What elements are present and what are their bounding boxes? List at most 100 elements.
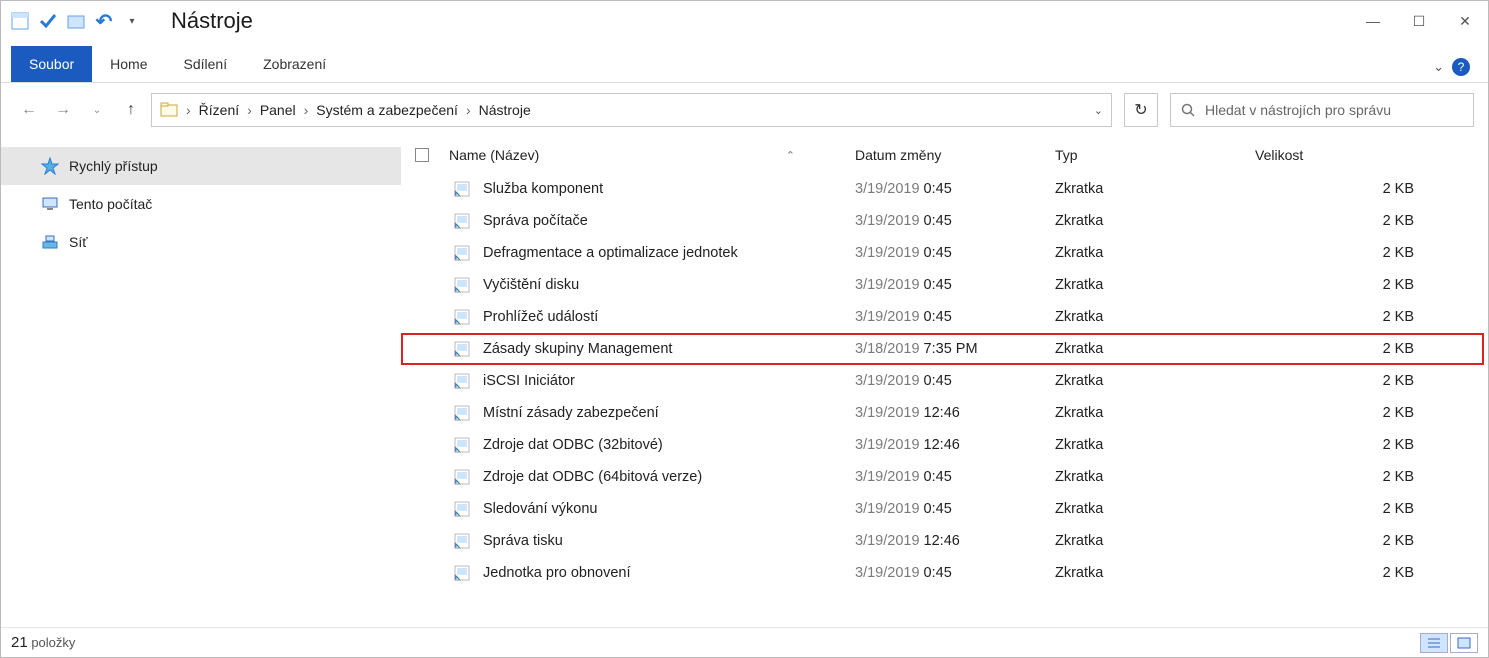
file-type: Zkratka xyxy=(1055,437,1255,453)
col-date[interactable]: Datum změny xyxy=(855,147,1055,163)
file-type: Zkratka xyxy=(1055,309,1255,325)
sidebar-item[interactable]: Síť xyxy=(1,223,401,261)
file-date: 3/19/2019 0:45 xyxy=(855,277,1055,293)
file-name: Sledování výkonu xyxy=(483,501,597,517)
minimize-button[interactable]: — xyxy=(1350,3,1396,39)
file-row[interactable]: Jednotka pro obnovení3/19/2019 0:45Zkrat… xyxy=(401,557,1484,589)
shortcut-icon xyxy=(453,404,471,422)
file-row[interactable]: iSCSI Iniciátor3/19/2019 0:45Zkratka2 KB xyxy=(401,365,1484,397)
qat-dropdown-icon[interactable]: ▾ xyxy=(123,12,141,30)
ribbon-expand-icon[interactable]: ⌄ xyxy=(1433,59,1444,75)
forward-button[interactable]: → xyxy=(49,96,77,124)
sort-caret-icon[interactable]: ⌃ xyxy=(786,149,795,162)
up-button[interactable]: ↑ xyxy=(117,96,145,124)
close-button[interactable]: ✕ xyxy=(1442,3,1488,39)
file-name: iSCSI Iniciátor xyxy=(483,373,575,389)
window-title: Nástroje xyxy=(171,8,253,34)
file-size: 2 KB xyxy=(1255,245,1484,261)
folder-icon xyxy=(160,101,178,119)
file-size: 2 KB xyxy=(1255,565,1484,581)
status-bar: 21 položky xyxy=(1,627,1488,657)
file-row[interactable]: Sledování výkonu3/19/2019 0:45Zkratka2 K… xyxy=(401,493,1484,525)
file-date: 3/19/2019 0:45 xyxy=(855,501,1055,517)
shortcut-icon xyxy=(453,340,471,358)
file-name: Místní zásady zabezpečení xyxy=(483,405,659,421)
file-date: 3/19/2019 12:46 xyxy=(855,533,1055,549)
sidebar-item-label: Tento počítač xyxy=(69,196,152,212)
address-bar[interactable]: › Řízení › Panel › Systém a zabezpečení … xyxy=(151,93,1112,127)
network-icon xyxy=(41,233,59,251)
shortcut-icon xyxy=(453,500,471,518)
body: Rychlý přístup Tento počítač Síť Name (Náz… xyxy=(1,137,1488,627)
titlebar: ↶ ▾ Nástroje — ☐ ✕ xyxy=(1,1,1488,41)
recent-locations-button[interactable]: ⌄ xyxy=(83,96,111,124)
large-icons-view-button[interactable] xyxy=(1450,633,1478,653)
file-size: 2 KB xyxy=(1255,181,1484,197)
file-type: Zkratka xyxy=(1055,277,1255,293)
undo-icon[interactable]: ↶ xyxy=(95,12,113,30)
shortcut-icon xyxy=(453,308,471,326)
refresh-button[interactable]: ↻ xyxy=(1124,93,1158,127)
search-box[interactable]: Hledat v nástrojích pro správu xyxy=(1170,93,1474,127)
sidebar-item[interactable]: Tento počítač xyxy=(1,185,401,223)
file-type: Zkratka xyxy=(1055,565,1255,581)
col-type[interactable]: Typ xyxy=(1055,147,1255,163)
file-name: Zdroje dat ODBC (64bitová verze) xyxy=(483,469,702,485)
file-date: 3/19/2019 12:46 xyxy=(855,405,1055,421)
tab-home[interactable]: Home xyxy=(92,46,165,82)
breadcrumb-part[interactable]: Systém a zabezpečení xyxy=(316,102,458,118)
ribbon-tabs: Soubor Home Sdílení Zobrazení ⌄ ? xyxy=(1,41,1488,83)
sidebar-item[interactable]: Rychlý přístup xyxy=(1,147,401,185)
file-size: 2 KB xyxy=(1255,213,1484,229)
back-button[interactable]: ← xyxy=(15,96,43,124)
file-row[interactable]: Zdroje dat ODBC (32bitové) 3/19/2019 12:4… xyxy=(401,429,1484,461)
file-size: 2 KB xyxy=(1255,309,1484,325)
col-name[interactable]: Name (Název) xyxy=(449,147,539,163)
breadcrumb-part[interactable]: Nástroje xyxy=(479,102,531,118)
file-size: 2 KB xyxy=(1255,469,1484,485)
file-list: Služba komponent3/19/2019 0:45Zkratka2 K… xyxy=(401,173,1488,627)
file-row[interactable]: Služba komponent3/19/2019 0:45Zkratka2 K… xyxy=(401,173,1484,205)
file-name: Zdroje dat ODBC (32bitové) xyxy=(483,437,663,453)
shortcut-icon xyxy=(453,276,471,294)
file-row[interactable]: Zásady skupiny Management3/18/2019 7:35 … xyxy=(401,333,1484,365)
file-row[interactable]: Správa počítače3/19/2019 0:45Zkratka2 KB xyxy=(401,205,1484,237)
file-date: 3/19/2019 12:46 xyxy=(855,437,1055,453)
file-row[interactable]: Zdroje dat ODBC (64bitová verze) 3/19/201… xyxy=(401,461,1484,493)
window-controls: — ☐ ✕ xyxy=(1350,3,1488,39)
help-icon[interactable]: ? xyxy=(1452,58,1470,76)
search-icon xyxy=(1181,103,1195,117)
file-date: 3/19/2019 0:45 xyxy=(855,181,1055,197)
file-size: 2 KB xyxy=(1255,373,1484,389)
search-placeholder: Hledat v nástrojích pro správu xyxy=(1205,102,1391,118)
tab-view[interactable]: Zobrazení xyxy=(245,46,344,82)
col-size[interactable]: Velikost xyxy=(1255,147,1488,163)
navigation-pane: Rychlý přístup Tento počítač Síť xyxy=(1,137,401,627)
address-dropdown-icon[interactable]: ⌄ xyxy=(1094,104,1103,117)
file-row[interactable]: Místní zásady zabezpečení 3/19/2019 12:46… xyxy=(401,397,1484,429)
breadcrumb-part[interactable]: Panel xyxy=(260,102,296,118)
details-view-button[interactable] xyxy=(1420,633,1448,653)
shortcut-icon xyxy=(453,180,471,198)
file-size: 2 KB xyxy=(1255,277,1484,293)
file-type: Zkratka xyxy=(1055,181,1255,197)
check-icon[interactable] xyxy=(39,12,57,30)
file-size: 2 KB xyxy=(1255,405,1484,421)
file-row[interactable]: Defragmentace a optimalizace jednotek3/1… xyxy=(401,237,1484,269)
file-date: 3/19/2019 0:45 xyxy=(855,309,1055,325)
file-row[interactable]: Prohlížeč událostí3/19/2019 0:45Zkratka2… xyxy=(401,301,1484,333)
properties-icon[interactable] xyxy=(11,12,29,30)
tab-share[interactable]: Sdílení xyxy=(166,46,246,82)
file-type: Zkratka xyxy=(1055,501,1255,517)
file-row[interactable]: Vyčištění disku3/19/2019 0:45Zkratka2 KB xyxy=(401,269,1484,301)
tab-file[interactable]: Soubor xyxy=(11,46,92,82)
select-all-checkbox[interactable] xyxy=(415,148,429,162)
file-date: 3/18/2019 7:35 PM xyxy=(855,341,1055,357)
newfolder-icon[interactable] xyxy=(67,12,85,30)
file-name: Jednotka pro obnovení xyxy=(483,565,631,581)
shortcut-icon xyxy=(453,532,471,550)
maximize-button[interactable]: ☐ xyxy=(1396,3,1442,39)
file-date: 3/19/2019 0:45 xyxy=(855,469,1055,485)
breadcrumb-part[interactable]: Řízení xyxy=(199,102,239,118)
file-row[interactable]: Správa tisku3/19/2019 12:46Zkratka2 KB xyxy=(401,525,1484,557)
